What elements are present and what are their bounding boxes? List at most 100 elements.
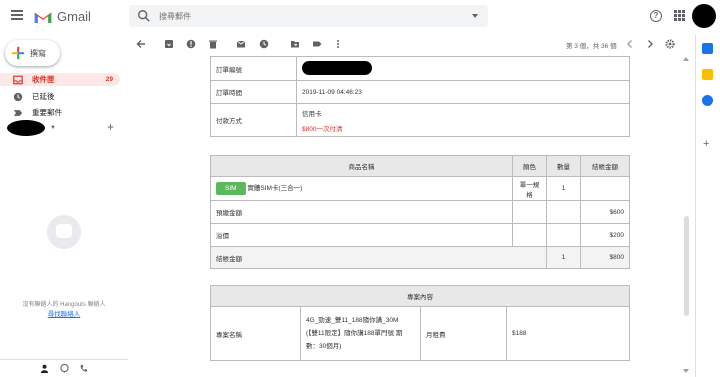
table-row: 結帳金額 1 $800 [210, 246, 630, 269]
plan-name-value: 4G_勁速_雙11_188隨你講_30M (【雙11限定】隨你講188單門號 期… [300, 306, 421, 361]
surcharge-amount: $200 [580, 223, 630, 247]
product-amount [580, 176, 630, 201]
newer-chevron-icon[interactable] [625, 39, 635, 49]
sidebar-footer [0, 359, 128, 377]
product-name-cell: SIM 實體SIM卡(三合一) [210, 176, 513, 201]
gmail-logo[interactable]: Gmail [34, 9, 91, 24]
clock-icon [13, 92, 23, 101]
header-amount: 結帳金額 [580, 155, 630, 177]
settings-gear-icon[interactable] [665, 39, 675, 49]
report-spam-icon[interactable] [186, 39, 196, 49]
google-apps-icon[interactable] [674, 10, 685, 21]
message-toolbar: 第 3 個，共 36 個 [128, 34, 688, 54]
header-quantity: 數量 [546, 155, 581, 177]
find-contacts-link[interactable]: 尋找聯絡人 [0, 308, 128, 318]
order-time-label: 訂單時間 [210, 80, 297, 104]
search-options-icon[interactable] [472, 14, 478, 18]
prepay-label: 預繳金額 [210, 200, 513, 224]
archive-icon[interactable] [164, 39, 174, 49]
gmail-window: Gmail ? 撰寫 [0, 0, 720, 377]
sim-badge: SIM [216, 182, 246, 195]
table-row: 預繳金額 $600 [210, 200, 630, 224]
table-row: 付款方式 信用卡 $800一次付清 [210, 103, 630, 137]
add-addon-icon[interactable]: + [703, 138, 709, 150]
plan-table-header: 專案內容 [210, 285, 630, 307]
plan-name-line: 4G_勁速_雙11_188隨你講_30M [306, 317, 399, 324]
main-menu-icon[interactable] [11, 10, 23, 22]
gmail-m-icon [34, 12, 52, 23]
sidebar-item-inbox[interactable]: 收件匣 29 [0, 73, 120, 86]
older-chevron-icon[interactable] [645, 39, 655, 49]
payment-method-label: 付款方式 [210, 103, 297, 137]
table-row: 專案內容 [210, 285, 630, 307]
plan-table: 專案內容 專案名稱 4G_勁速_雙11_188隨你講_30M (【雙11限定】隨… [210, 285, 630, 361]
prepay-amount: $600 [580, 200, 630, 224]
order-time-value: 2019-11-09 04:46:23 [296, 80, 630, 104]
inbox-icon [13, 75, 23, 84]
email-body: 訂單編號 訂單時間 2019-11-09 04:46:23 付款方式 信用卡 $… [175, 54, 678, 377]
payment-note: $800一次付清 [302, 125, 343, 133]
hangouts-user-avatar[interactable] [7, 120, 45, 136]
delete-icon[interactable] [208, 39, 218, 49]
compose-button[interactable]: 撰寫 [5, 40, 60, 66]
table-row: 專案名稱 4G_勁速_雙11_188隨你講_30M (【雙11限定】隨你講188… [210, 306, 630, 361]
search-bar[interactable] [129, 5, 488, 27]
monthly-fee-label: 月租費 [420, 306, 507, 361]
total-quantity: 1 [546, 246, 581, 269]
redacted-block [302, 60, 372, 75]
more-vert-icon[interactable] [333, 39, 343, 49]
search-icon[interactable] [137, 9, 151, 23]
total-label: 結帳金額 [210, 246, 547, 269]
label-icon[interactable] [312, 39, 322, 49]
total-amount: $800 [580, 246, 630, 269]
product-quantity: 1 [546, 176, 581, 201]
move-to-icon[interactable] [290, 39, 300, 49]
table-row: 商品名稱 顏色 數量 結帳金額 [210, 155, 630, 177]
important-icon [13, 109, 23, 116]
product-name: 實體SIM卡(三合一) [247, 185, 303, 192]
hangouts-add-icon[interactable]: + [107, 120, 114, 134]
calendar-icon[interactable] [702, 43, 713, 54]
sidebar-item-snoozed[interactable]: 已延後 [0, 90, 120, 103]
snooze-icon[interactable] [259, 39, 269, 49]
sidebar-item-label: 收件匣 [32, 75, 55, 84]
product-table: 商品名稱 顏色 數量 結帳金額 SIM 實體SIM卡(三合一) 單一規格 1 預… [210, 155, 630, 269]
compose-plus-icon [11, 46, 25, 60]
order-number-value [296, 56, 630, 81]
inbox-unread-count: 29 [105, 76, 113, 83]
tasks-icon[interactable] [702, 95, 713, 106]
sidebar-item-important[interactable]: 重要郵件 [0, 106, 120, 119]
table-row: 溢價 $200 [210, 223, 630, 247]
plan-name-label: 專案名稱 [210, 306, 301, 361]
back-arrow-icon[interactable] [136, 39, 146, 49]
keep-icon[interactable] [702, 69, 713, 80]
side-panel: + [695, 34, 720, 377]
payment-method-value: 信用卡 [302, 110, 322, 118]
hangouts-icon[interactable] [60, 364, 69, 373]
plan-name-line: (【雙11限定】隨你講188單門號 期 [306, 330, 403, 337]
scroll-down-icon[interactable] [683, 369, 689, 373]
table-row: 訂單編號 [210, 56, 630, 81]
compose-label: 撰寫 [30, 48, 46, 58]
scroll-up-icon[interactable] [683, 57, 689, 61]
order-info-table: 訂單編號 訂單時間 2019-11-09 04:46:23 付款方式 信用卡 $… [210, 56, 630, 137]
payment-method-cell: 信用卡 $800一次付清 [296, 103, 630, 137]
order-number-label: 訂單編號 [210, 56, 297, 81]
phone-icon[interactable] [79, 364, 88, 373]
sidebar-item-label: 已延後 [32, 92, 55, 101]
help-icon[interactable]: ? [650, 10, 662, 22]
mark-unread-icon[interactable] [236, 39, 246, 49]
monthly-fee-value: $188 [506, 306, 630, 361]
scrollbar-thumb[interactable] [684, 216, 689, 316]
product-color: 單一規格 [512, 176, 547, 201]
surcharge-label: 溢價 [210, 223, 513, 247]
person-icon[interactable] [40, 364, 49, 373]
plan-name-line: 數：30個月) [306, 343, 342, 350]
hangouts-caret-icon[interactable]: ▼ [50, 125, 56, 131]
sidebar: 撰寫 收件匣 29 已延後 重要郵件 ▼ + 沒有聯絡人的 Hangouts 聯… [0, 34, 128, 377]
sidebar-item-label: 重要郵件 [32, 108, 62, 117]
account-avatar[interactable] [692, 4, 716, 28]
search-input[interactable] [159, 11, 459, 21]
top-bar: Gmail ? [0, 0, 720, 34]
gmail-wordmark: Gmail [57, 9, 91, 24]
